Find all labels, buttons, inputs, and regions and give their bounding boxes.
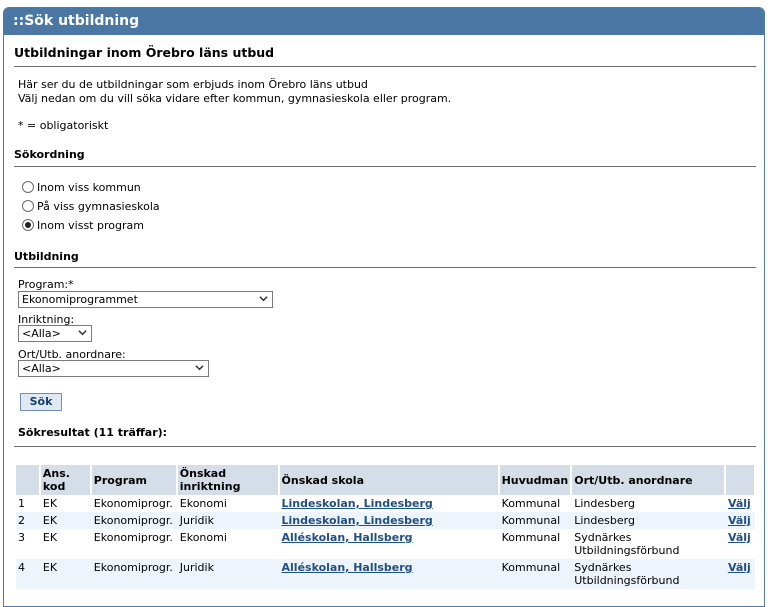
search-panel: ::Sök utbildning Utbildningar inom Örebr… [3,7,765,607]
cell-code: EK [39,512,91,529]
chevron-down-icon [259,296,268,302]
results-table: Ans. kod Program Önskad inriktning Önska… [16,465,757,589]
education-heading: Utbildning [14,250,79,263]
cell-location: Lindesberg [574,497,635,510]
program-select[interactable]: Ekonomiprogrammet [18,291,273,308]
results-heading: Sökresultat (11 träffar): [18,426,168,439]
page-title: Utbildningar inom Örebro läns utbud [14,45,275,60]
cell-location: Sydnärkes Utbildningsförbund [571,559,725,589]
cell-direction: Juridik [176,512,279,529]
cell-program: Ekonomiprogr. [93,531,173,544]
chevron-down-icon [195,365,204,371]
col-header-code: Ans. kod [39,465,92,495]
cell-location: Lindesberg [571,512,725,529]
radio-button-selected[interactable] [22,219,34,231]
col-header-program: Program [90,465,178,495]
table-row: 1 EK Ekonomiprogr. Ekonomi Lindeskolan, … [16,495,755,512]
table-row: 4 EK Ekonomiprogr. Juridik Alléskolan, H… [16,559,755,589]
radio-button[interactable] [22,181,34,193]
col-header-location: Ort/Utb. anordnare [571,465,726,495]
select-link[interactable]: Välj [728,561,751,574]
cell-principal: Kommunal [501,497,561,510]
cell-program: Ekonomiprogr. [90,512,177,529]
radio-label: Inom viss kommun [37,180,141,194]
select-link[interactable]: Välj [728,531,751,544]
col-header-direction: Önskad inriktning [176,465,280,495]
panel-title: ::Sök utbildning [4,8,764,35]
radio-option-municipality[interactable]: Inom viss kommun [22,179,141,195]
cell-code: EK [42,531,58,544]
school-link[interactable]: Lindeskolan, Lindesberg [282,514,433,527]
cell-index: 2 [16,512,40,529]
radio-option-school[interactable]: På viss gymnasieskola [22,198,160,214]
select-link[interactable]: Välj [728,497,751,510]
cell-direction: Ekonomi [179,497,227,510]
cell-direction: Ekonomi [179,531,227,544]
radio-option-program[interactable]: Inom visst program [22,217,144,233]
cell-location: Sydnärkes Utbildningsförbund [574,531,680,557]
divider [14,446,756,447]
table-row: 3 EK Ekonomiprogr. Ekonomi Alléskolan, H… [16,529,755,559]
intro-line-1: Här ser du de utbildningar som erbjuds i… [18,78,368,91]
school-link[interactable]: Alléskolan, Hallsberg [282,531,413,544]
location-select-value: <Alla> [22,362,61,375]
col-header-index [16,465,41,495]
intro-line-2: Välj nedan om du vill söka vidare efter … [18,92,452,105]
radio-label: På viss gymnasieskola [37,199,160,213]
cell-principal: Kommunal [501,531,561,544]
cell-index: 4 [16,559,40,589]
school-link[interactable]: Lindeskolan, Lindesberg [282,497,433,510]
cell-program: Ekonomiprogr. [90,559,177,589]
location-select[interactable]: <Alla> [18,360,209,377]
cell-direction: Juridik [176,559,279,589]
program-select-value: Ekonomiprogrammet [22,293,138,306]
divider [14,166,756,167]
col-header-school: Önskad skola [278,465,500,495]
divider [14,66,756,67]
direction-select[interactable]: <Alla> [18,325,92,342]
cell-principal: Kommunal [498,512,572,529]
cell-program: Ekonomiprogr. [93,497,173,510]
school-link[interactable]: Alléskolan, Hallsberg [282,561,413,574]
divider [14,267,756,268]
cell-index: 3 [18,531,25,544]
chevron-down-icon [78,330,87,336]
table-row: 2 EK Ekonomiprogr. Juridik Lindeskolan, … [16,512,755,529]
cell-code: EK [39,559,91,589]
table-header-row: Ans. kod Program Önskad inriktning Önska… [16,465,757,495]
select-link[interactable]: Välj [728,514,751,527]
direction-select-value: <Alla> [22,327,61,340]
cell-code: EK [42,497,58,510]
col-header-principal: Huvudman [498,465,573,495]
required-note: * = obligatoriskt [18,119,109,132]
cell-principal: Kommunal [498,559,572,589]
search-button[interactable]: Sök [20,393,62,411]
radio-button[interactable] [22,200,34,212]
cell-index: 1 [18,497,25,510]
radio-label: Inom visst program [37,218,144,232]
program-label: Program:* [18,278,74,291]
sort-heading: Sökordning [14,148,85,161]
col-header-action [724,465,757,495]
